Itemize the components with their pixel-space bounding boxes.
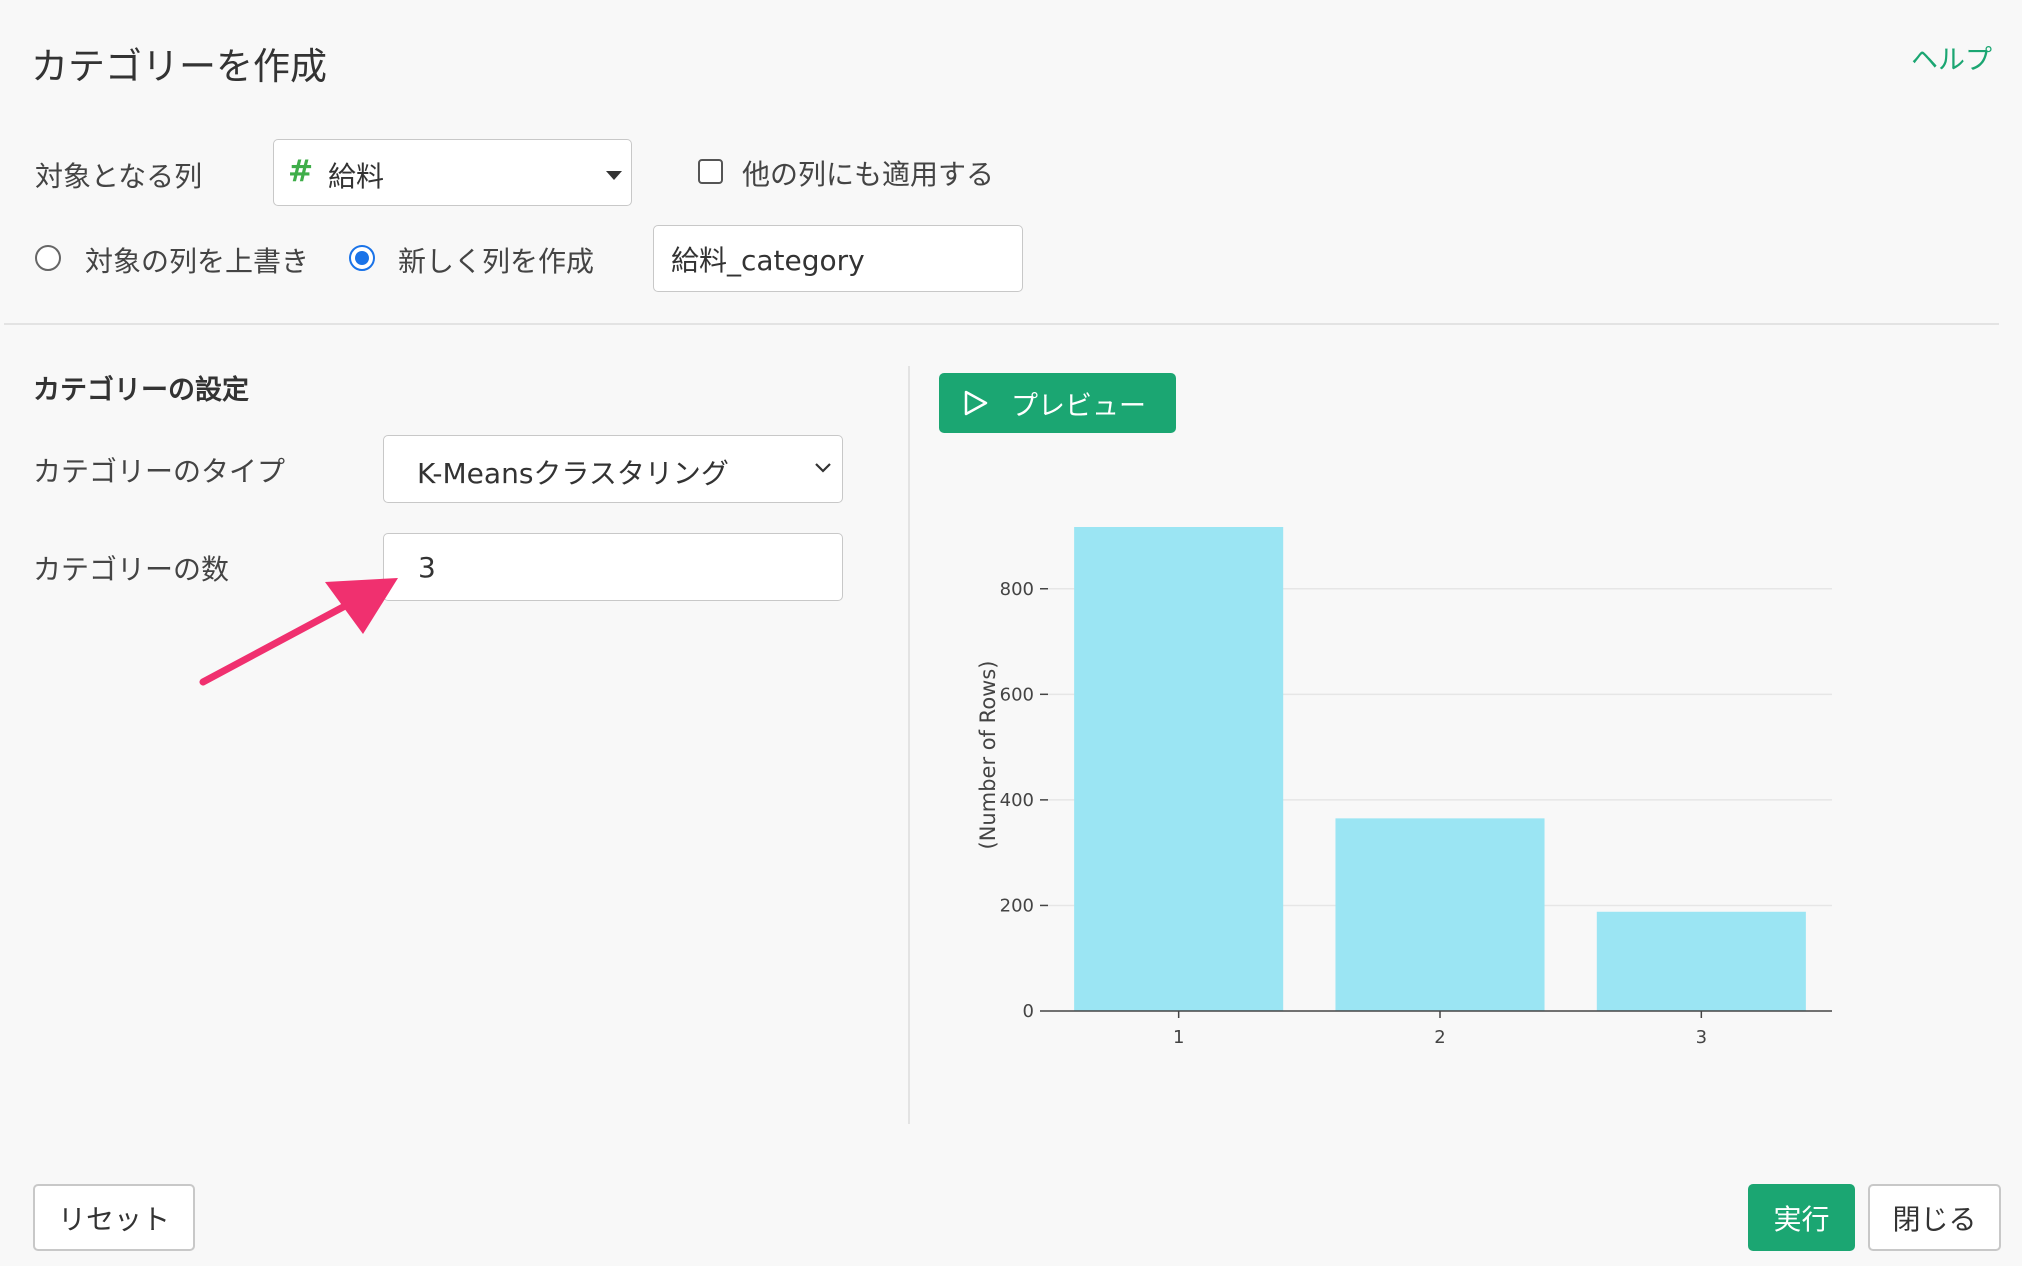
divider — [4, 323, 1999, 325]
bar-2 — [1335, 818, 1545, 1011]
category-bar-chart: 0 200 400 600 800 1 2 3 (Number of Rows) — [976, 527, 1832, 1048]
run-button[interactable]: 実行 — [1748, 1184, 1855, 1251]
play-icon — [964, 390, 988, 416]
apply-other-label: 他の列にも適用する — [742, 158, 995, 191]
x-tick-label: 2 — [1434, 1027, 1445, 1048]
y-tick-label: 400 — [1000, 790, 1034, 811]
annotation-arrow — [199, 578, 398, 686]
help-link[interactable]: ヘルプ — [1911, 38, 1992, 77]
preview-button-label: プレビュー — [1011, 390, 1146, 422]
preview-button[interactable]: プレビュー — [939, 373, 1176, 433]
overwrite-label: 対象の列を上書き — [85, 245, 310, 278]
y-tick-label: 600 — [1000, 684, 1034, 705]
new-column-name-value: 給料_category — [671, 243, 865, 277]
bar-1 — [1074, 527, 1284, 1011]
x-tick-label: 1 — [1173, 1027, 1184, 1048]
y-axis-label: (Number of Rows) — [976, 661, 1000, 850]
reset-button[interactable]: リセット — [33, 1184, 195, 1251]
y-tick-label: 200 — [1000, 895, 1034, 916]
category-type-select[interactable]: K-Meansクラスタリング — [383, 435, 843, 503]
vertical-divider — [908, 366, 910, 1124]
close-button[interactable]: 閉じる — [1868, 1184, 2001, 1251]
target-column-select[interactable]: # 給料 — [273, 139, 632, 206]
category-count-value: 3 — [418, 550, 436, 584]
y-tick-label: 800 — [1000, 579, 1034, 600]
bar-3 — [1596, 911, 1806, 1011]
category-type-label: カテゴリーのタイプ — [33, 455, 286, 488]
target-column-label: 対象となる列 — [35, 160, 203, 193]
dialog-title: カテゴリーを作成 — [31, 45, 327, 88]
caret-down-icon — [606, 171, 622, 180]
target-column-value: 給料 — [328, 160, 385, 193]
chevron-down-icon — [815, 463, 831, 473]
category-type-value: K-Meansクラスタリング — [417, 457, 729, 490]
hash-icon: # — [288, 154, 314, 189]
new-column-radio[interactable] — [349, 245, 375, 271]
new-column-label: 新しく列を作成 — [398, 245, 595, 278]
new-column-name-input[interactable]: 給料_category — [653, 225, 1023, 292]
x-tick-label: 3 — [1696, 1027, 1707, 1048]
settings-section-title: カテゴリーの設定 — [33, 375, 249, 406]
overwrite-radio[interactable] — [35, 245, 61, 271]
y-tick-label: 0 — [1023, 1001, 1034, 1022]
category-count-input[interactable]: 3 — [383, 533, 843, 601]
apply-other-checkbox[interactable] — [698, 159, 723, 184]
